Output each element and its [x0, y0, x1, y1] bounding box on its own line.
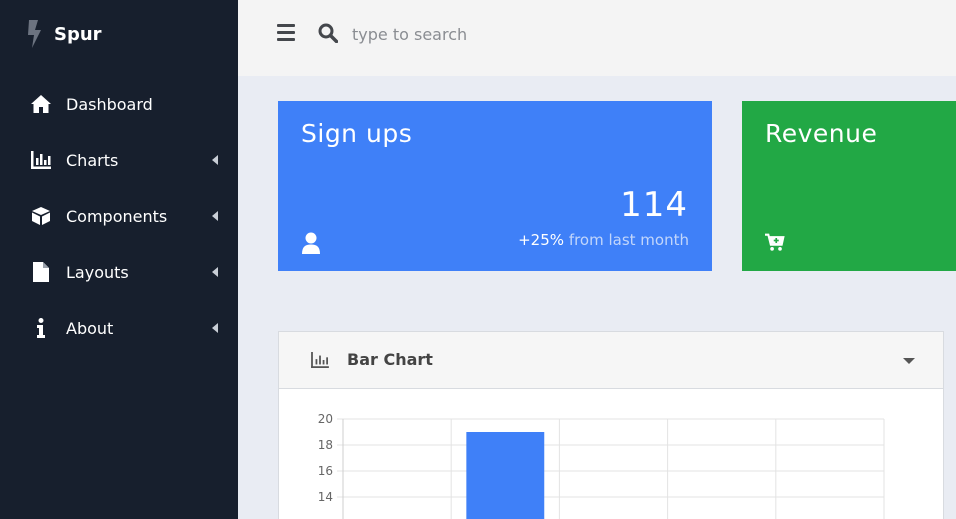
cube-icon — [30, 205, 52, 227]
search-icon[interactable] — [318, 23, 338, 43]
y-tick-label: 14 — [318, 490, 333, 504]
caret-left-icon — [212, 211, 218, 221]
signups-card: Sign ups 114 +25% from last month — [278, 101, 712, 271]
panel-header: Bar Chart — [279, 332, 943, 389]
bar — [466, 432, 545, 519]
change-percent: +25% — [518, 231, 565, 249]
bar-chart-icon — [311, 352, 329, 368]
sidebar-item-label: Layouts — [66, 262, 129, 282]
sidebar-item-about[interactable]: About — [0, 300, 238, 356]
sidebar: Spur Dashboard Charts Components Layouts… — [0, 0, 238, 519]
brand[interactable]: Spur — [26, 20, 102, 48]
y-tick-label: 18 — [318, 438, 333, 452]
sidebar-item-components[interactable]: Components — [0, 188, 238, 244]
caret-left-icon — [212, 155, 218, 165]
card-title: Sign ups — [301, 119, 413, 148]
sidebar-item-label: Dashboard — [66, 94, 153, 114]
revenue-card: Revenue — [742, 101, 956, 271]
topbar — [238, 0, 956, 76]
card-change: +25% from last month — [518, 231, 689, 249]
sidebar-nav: Dashboard Charts Components Layouts Abou… — [0, 76, 238, 356]
dropdown-caret-icon[interactable] — [903, 358, 915, 364]
cart-plus-icon — [765, 233, 785, 251]
sidebar-item-charts[interactable]: Charts — [0, 132, 238, 188]
search-input[interactable] — [352, 20, 752, 48]
bar-chart-panel: Bar Chart 14 16 18 20 — [278, 331, 944, 519]
brand-name: Spur — [54, 23, 102, 45]
sidebar-item-label: Components — [66, 206, 168, 226]
bar-chart: 14 16 18 20 — [318, 412, 885, 519]
caret-left-icon — [212, 267, 218, 277]
card-title: Revenue — [765, 119, 878, 148]
file-icon — [30, 261, 52, 283]
sidebar-item-dashboard[interactable]: Dashboard — [0, 76, 238, 132]
info-icon — [30, 317, 52, 339]
y-tick-label: 16 — [318, 464, 333, 478]
bar-chart-icon — [30, 149, 52, 171]
card-value: 114 — [620, 185, 688, 225]
sidebar-item-label: About — [66, 318, 114, 338]
panel-title: Bar Chart — [347, 350, 433, 369]
user-icon — [302, 232, 320, 254]
change-text: from last month — [568, 231, 689, 249]
caret-left-icon — [212, 323, 218, 333]
sidebar-item-layouts[interactable]: Layouts — [0, 244, 238, 300]
y-tick-label: 20 — [318, 412, 333, 426]
sidebar-item-label: Charts — [66, 150, 119, 170]
lightning-logo-icon — [28, 20, 41, 48]
home-icon — [30, 93, 52, 115]
hamburger-menu-icon[interactable] — [277, 24, 295, 42]
